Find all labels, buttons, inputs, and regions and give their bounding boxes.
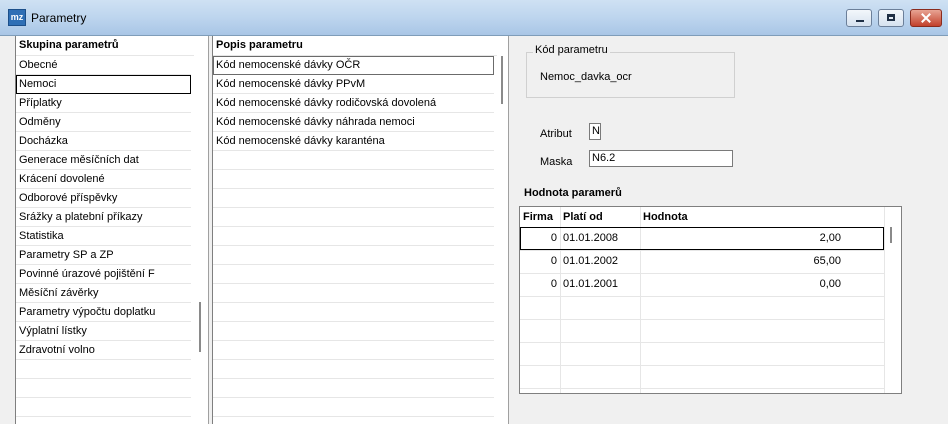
grid-line (520, 296, 884, 297)
cell-plati-od: 01.01.2008 (563, 232, 619, 244)
minimize-button[interactable] (846, 9, 872, 27)
list-item-kraceni-dovolene[interactable]: Krácení dovolené (16, 170, 191, 189)
values-title: Hodnota paramerů (524, 187, 622, 199)
maximize-icon (879, 10, 903, 26)
list-item-nemoci[interactable]: Nemoci (16, 75, 191, 94)
list-item-odborove-prispevky[interactable]: Odborové příspěvky (16, 189, 191, 208)
title-bar[interactable]: mz Parametry (0, 0, 948, 36)
list-item-kod-nemocenske-davky-karantena[interactable]: Kód nemocenské dávky karanténa (213, 132, 494, 151)
attribute-field[interactable]: N (589, 123, 601, 140)
cell-hodnota: 2,00 (819, 232, 841, 244)
close-icon (911, 10, 941, 26)
list-item-obecne[interactable]: Obecné (16, 56, 191, 75)
empty-row (16, 360, 191, 379)
maximize-button[interactable] (878, 9, 904, 27)
table-row[interactable]: 0 01.01.2001 0,00 (520, 273, 884, 296)
empty-row (213, 398, 494, 417)
list-item-statistika[interactable]: Statistika (16, 227, 191, 246)
close-button[interactable] (910, 9, 942, 27)
empty-row (213, 322, 494, 341)
list-item-kod-nemocenske-davky-ppvm[interactable]: Kód nemocenské dávky PPvM (213, 75, 494, 94)
list-item-kod-nemocenske-davky-nahrada-nemoci[interactable]: Kód nemocenské dávky náhrada nemoci (213, 113, 494, 132)
empty-row (213, 227, 494, 246)
table-row[interactable]: 0 01.01.2002 65,00 (520, 250, 884, 273)
list-item-vyplatni-listky[interactable]: Výplatní lístky (16, 322, 191, 341)
empty-row (213, 246, 494, 265)
list-item-zdravotni-volno[interactable]: Zdravotní volno (16, 341, 191, 360)
empty-row (213, 170, 494, 189)
params-header: Popis parametru (213, 36, 497, 56)
grid-line (520, 319, 884, 320)
list-item-srazky-a-platebni-prikazy[interactable]: Srážky a platební příkazy (16, 208, 191, 227)
cell-plati-od: 01.01.2002 (563, 255, 619, 267)
list-item-mesicni-zaverky[interactable]: Měsíční závěrky (16, 284, 191, 303)
list-item-kod-nemocenske-davky-rodicovska-dovolena[interactable]: Kód nemocenské dávky rodičovská dovolená (213, 94, 494, 113)
code-group-title: Kód parametru (533, 44, 610, 56)
table-row[interactable]: 0 01.01.2008 2,00 (520, 227, 884, 250)
empty-row (213, 360, 494, 379)
list-item-dochazka[interactable]: Docházka (16, 132, 191, 151)
column-header-plati-od[interactable]: Platí od (560, 207, 640, 227)
list-item-povinne-urazove-pojisteni-f[interactable]: Povinné úrazové pojištění F (16, 265, 191, 284)
column-header-firma[interactable]: Firma (520, 207, 560, 227)
attribute-label: Atribut (540, 128, 572, 140)
window-title: Parametry (31, 11, 87, 25)
empty-row (213, 189, 494, 208)
empty-row (213, 265, 494, 284)
code-value: Nemoc_davka_ocr (540, 71, 632, 83)
empty-row (213, 208, 494, 227)
mask-label: Maska (540, 156, 573, 168)
app-icon: mz (8, 9, 26, 26)
list-item-priplatky[interactable]: Příplatky (16, 94, 191, 113)
empty-row (213, 303, 494, 322)
column-header-hodnota[interactable]: Hodnota (640, 207, 880, 227)
groups-scrollbar[interactable] (199, 302, 201, 352)
cell-firma: 0 (550, 232, 557, 244)
list-item-generace-mesicnich-dat[interactable]: Generace měsíčních dat (16, 151, 191, 170)
empty-row (213, 379, 494, 398)
cell-plati-od: 01.01.2001 (563, 278, 619, 290)
grid-line (520, 388, 884, 389)
cell-firma: 0 (550, 255, 557, 267)
grid-line (884, 207, 885, 393)
cell-hodnota: 65,00 (813, 255, 841, 267)
list-item-parametry-sp-a-zp[interactable]: Parametry SP a ZP (16, 246, 191, 265)
empty-row (213, 284, 494, 303)
params-list[interactable]: Popis parametru Kód nemocenské dávky OČR… (212, 36, 509, 424)
cell-firma: 0 (550, 278, 557, 290)
list-item-kod-nemocenske-davky-ocr[interactable]: Kód nemocenské dávky OČR (213, 56, 494, 75)
minimize-icon (847, 10, 871, 26)
empty-row (213, 151, 494, 170)
mask-field[interactable]: N6.2 (589, 150, 733, 167)
list-item-odmeny[interactable]: Odměny (16, 113, 191, 132)
empty-row (213, 341, 494, 360)
params-scrollbar[interactable] (501, 56, 503, 104)
empty-row (16, 398, 191, 417)
values-scrollbar[interactable] (890, 227, 892, 243)
grid-line (520, 365, 884, 366)
groups-header: Skupina parametrů (16, 36, 194, 56)
empty-row (16, 379, 191, 398)
list-item-parametry-vypoctu-doplatku[interactable]: Parametry výpočtu doplatku (16, 303, 191, 322)
grid-line (520, 342, 884, 343)
values-table[interactable]: Firma Platí od Hodnota 0 01.01.2008 2,00 0 0… (519, 206, 902, 394)
cell-hodnota: 0,00 (819, 278, 841, 290)
groups-list[interactable]: Skupina parametrů Obecné Nemoci Příplatky O… (15, 36, 209, 424)
